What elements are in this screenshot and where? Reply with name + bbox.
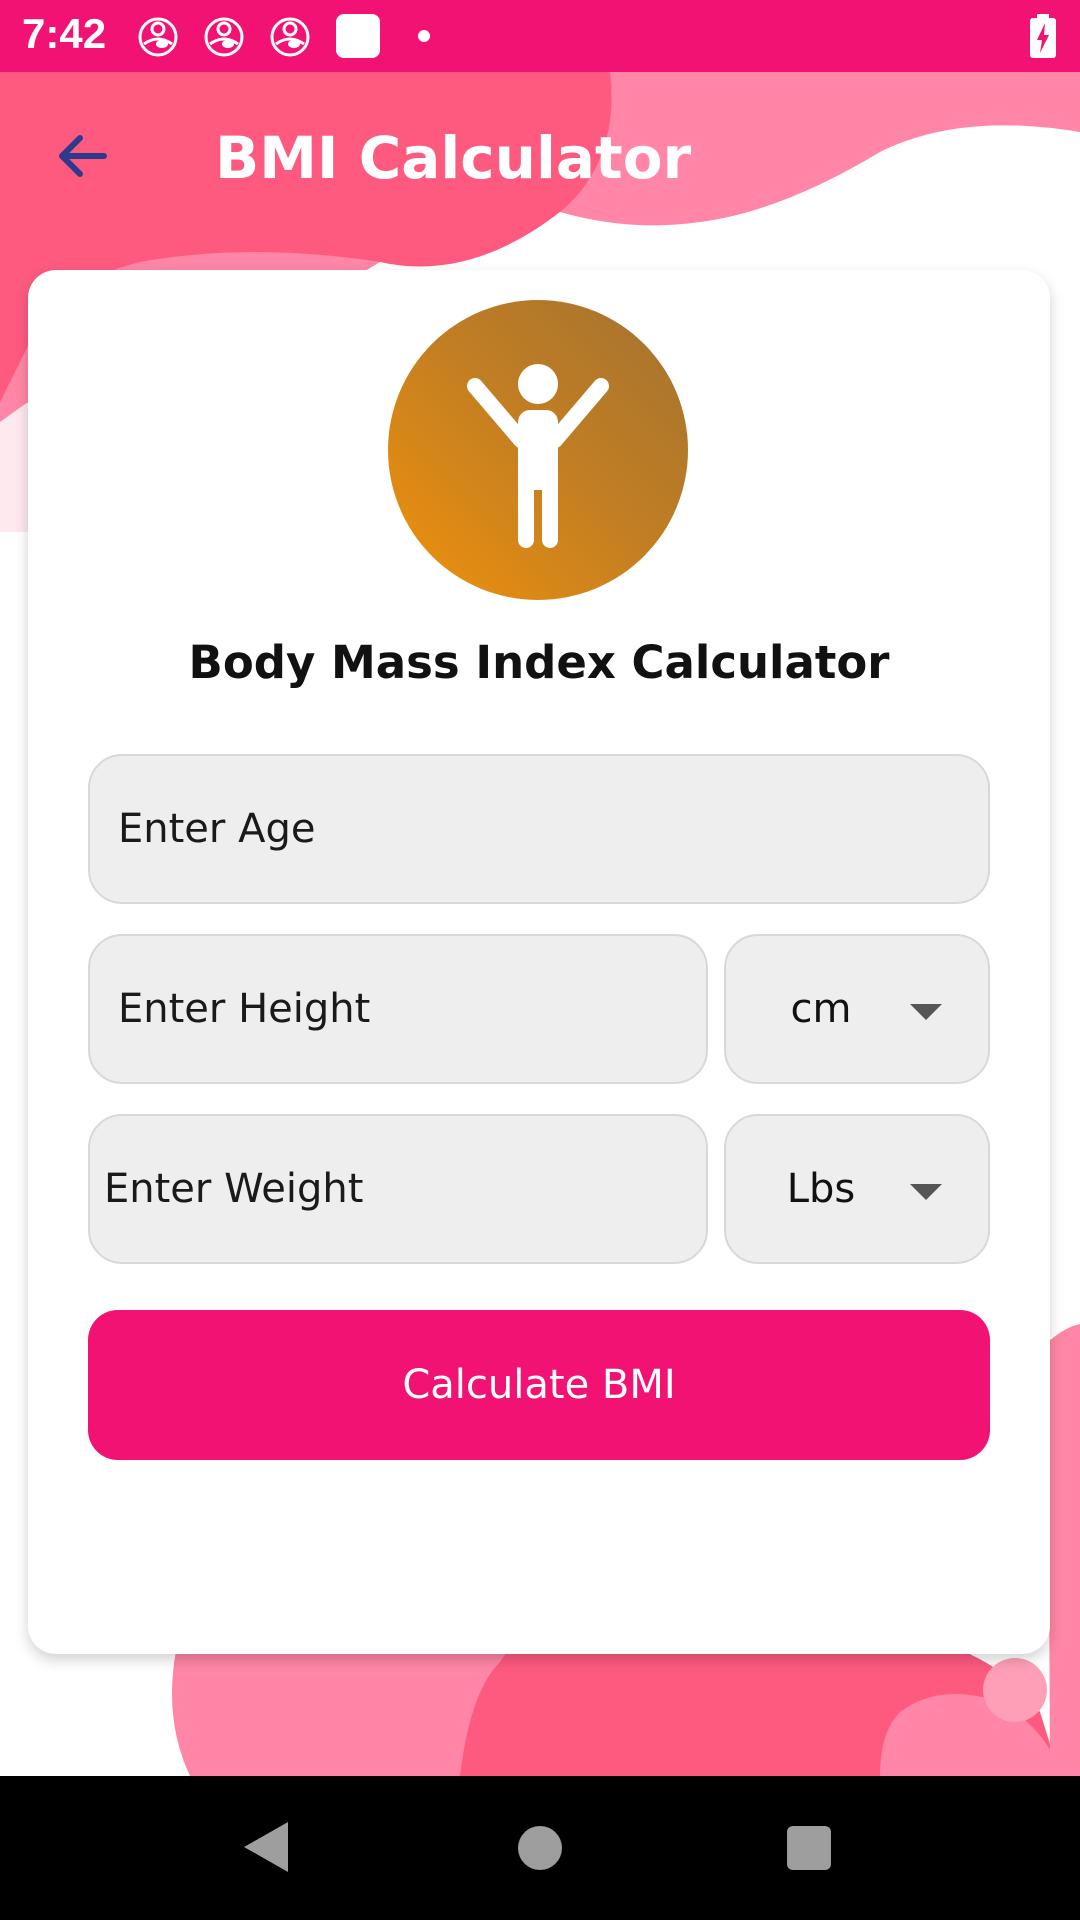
app-square-icon	[336, 14, 380, 58]
nav-back-icon[interactable]	[244, 1822, 288, 1872]
status-bar: 7:42	[0, 0, 1080, 72]
chevron-down-icon	[910, 1184, 942, 1200]
weight-input[interactable]	[90, 1116, 706, 1262]
status-time: 7:42	[22, 10, 107, 57]
battery-charging-icon	[1030, 14, 1056, 58]
app-notification-icon	[270, 17, 310, 57]
height-input[interactable]	[90, 936, 706, 1082]
nav-recents-icon[interactable]	[787, 1826, 831, 1870]
person-arms-raised-icon	[467, 364, 609, 548]
height-field	[88, 934, 708, 1084]
weight-unit-value: Lbs	[786, 1166, 856, 1212]
app-notification-icon	[204, 17, 244, 57]
calculate-bmi-button[interactable]: Calculate BMI	[88, 1310, 990, 1460]
arrow-left-icon	[59, 135, 107, 177]
system-nav-bar	[0, 1776, 1080, 1920]
weight-unit-select[interactable]: Lbs	[724, 1114, 990, 1264]
height-unit-select[interactable]: cm	[724, 934, 990, 1084]
back-button[interactable]	[44, 120, 120, 192]
page-title: BMI Calculator	[215, 124, 692, 192]
nav-home-icon[interactable]	[518, 1826, 562, 1870]
height-unit-value: cm	[790, 986, 852, 1032]
age-input[interactable]	[90, 756, 988, 902]
more-notifications-dot-icon	[418, 30, 430, 42]
weight-field	[88, 1114, 708, 1264]
avatar	[388, 300, 688, 600]
app-notification-icon	[138, 17, 178, 57]
card-title: Body Mass Index Calculator	[188, 636, 890, 689]
chevron-down-icon	[910, 1004, 942, 1020]
bmi-form-card: Body Mass Index Calculator cm Lbs Calcul…	[28, 270, 1050, 1654]
app-bar: BMI Calculator	[0, 72, 1080, 242]
age-field	[88, 754, 990, 904]
